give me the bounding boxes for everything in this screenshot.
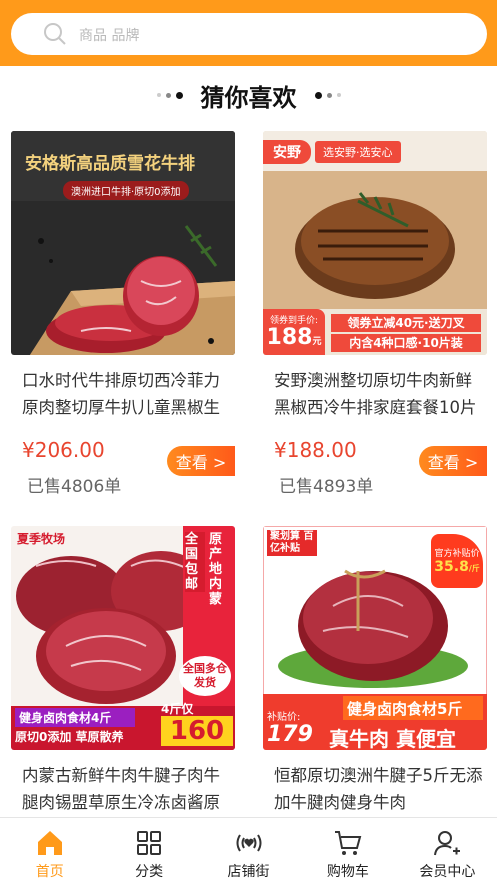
brand-label: 聚划算 百亿补贴 [267,530,317,556]
product-title[interactable]: 内蒙古新鲜牛肉牛腱子肉牛腿肉锡盟草原生冷冻卤酱原 [22,762,232,816]
product-image[interactable]: 安野 选安野·选安心 领券到手价: 188元 领券立减40元·送刀叉 内含4种口… [263,131,487,355]
subsidy-unit: /斤 [468,564,480,573]
brand-slogan: 选安野·选安心 [315,141,401,163]
product-title[interactable]: 恒都原切澳洲牛腱子5斤无添加牛腱肉健身牛肉 [274,762,484,816]
product-price: ¥188.00 [274,438,357,462]
view-button[interactable]: 查看 > [167,446,235,476]
tab-label: 会员中心 [419,864,476,880]
right-dots-decoration [314,91,341,99]
sub-label: 补贴价: [267,712,301,723]
product-tag: 澳洲进口牛排·原切0添加 [63,181,189,200]
promo-line-1: 领券立减40元·送刀叉 [331,314,481,332]
promo-line-2: 内含4种口感·10片装 [331,334,481,352]
subsidy-label: 官方补贴价 [434,549,480,559]
promo-line: 真牛肉 真便宜 [329,727,456,750]
promo-unit: 元 [312,337,322,347]
tab-label: 首页 [35,864,64,880]
product-sold-count: 已售4806单 [27,477,122,497]
tab-category[interactable]: 分类 [99,818,198,883]
tab-label: 分类 [135,864,164,880]
brand-label: 夏季牧场 [17,532,66,546]
view-button[interactable]: 查看 > [419,446,487,476]
promo-price: 188 [266,325,313,350]
cart-icon [334,831,362,855]
bottom-tab-bar: 首页 分类 店铺街 购物车 会员中心 [0,817,497,883]
search-placeholder: 商品 品牌 [79,28,140,44]
subsidy-price: 35.8 [434,559,469,575]
shipping-stamp: 全国多仓发货 [179,656,231,696]
product-sold-count: 已售4893单 [279,477,374,497]
search-bar[interactable]: 商品 品牌 [11,13,487,55]
product-title[interactable]: 口水时代牛排原切西冷菲力原肉整切厚牛扒儿童黑椒生 [22,367,232,421]
tab-cart[interactable]: 购物车 [298,818,397,883]
tab-store-street[interactable]: 店铺街 [199,818,298,883]
promo-line-2: 原切0添加 草原散养 [15,730,124,744]
badge-label: 全国包邮 [185,532,205,592]
product-image[interactable]: 聚划算 百亿补贴 官方补贴价 35.8/斤 健身卤肉食材5斤 补贴价: 179 … [263,526,487,750]
tab-label: 购物车 [326,864,369,880]
tab-label: 店铺街 [227,864,270,880]
tab-member[interactable]: 会员中心 [398,818,497,883]
origin-label: 原产地内蒙 [209,532,223,607]
product-card[interactable]: 安野 选安野·选安心 领券到手价: 188元 领券立减40元·送刀叉 内含4种口… [263,131,487,501]
product-title[interactable]: 安野澳洲整切原切牛肉新鲜黑椒西冷牛排家庭套餐10片 [274,367,484,421]
header-bar: 商品 品牌 [0,0,497,66]
promo-price: 160 [161,716,233,746]
product-card[interactable]: 夏季牧场 全国包邮 原产地内蒙 全国多仓发货 健身卤肉食材4斤 原切0添加 草原… [11,526,235,816]
product-image[interactable]: 安格斯高品质雪花牛排 澳洲进口牛排·原切0添加 [11,131,235,355]
product-image[interactable]: 夏季牧场 全国包邮 原产地内蒙 全国多仓发货 健身卤肉食材4斤 原切0添加 草原… [11,526,235,750]
promo-count: 4斤仅 [161,702,194,716]
product-card[interactable]: 聚划算 百亿补贴 官方补贴价 35.8/斤 健身卤肉食材5斤 补贴价: 179 … [263,526,487,816]
sub-price: 179 [267,722,313,747]
left-dots-decoration [156,91,183,99]
product-banner: 安格斯高品质雪花牛排 [25,154,195,174]
member-icon [434,831,461,856]
tab-home[interactable]: 首页 [0,818,99,883]
store-street-icon [236,834,262,852]
search-icon [44,23,66,45]
category-icon [137,831,162,855]
section-title: 猜你喜欢 [200,83,297,112]
brand-label: 安野 [263,140,311,164]
promo-banner: 健身卤肉食材5斤 [347,700,463,718]
product-price: ¥206.00 [22,438,105,462]
product-card[interactable]: 安格斯高品质雪花牛排 澳洲进口牛排·原切0添加 口水时代牛排原切西冷菲力原肉整切… [11,131,235,501]
section-header: 猜你喜欢 [0,78,497,112]
home-icon [37,831,62,855]
promo-line-1: 健身卤肉食材4斤 [15,708,135,727]
